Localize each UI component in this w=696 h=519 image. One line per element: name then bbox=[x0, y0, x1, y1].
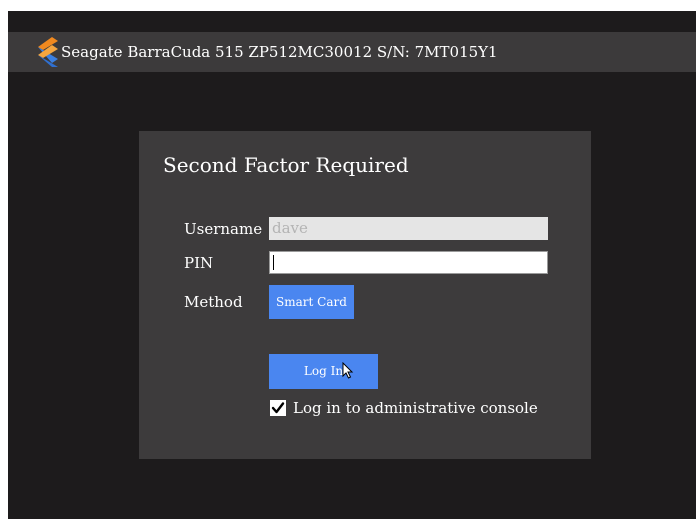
top-bar: Seagate BarraCuda 515 ZP512MC30012 S/N: … bbox=[8, 32, 696, 72]
device-title: Seagate BarraCuda 515 ZP512MC30012 S/N: … bbox=[61, 43, 498, 61]
username-field[interactable]: dave bbox=[269, 217, 548, 240]
admin-console-label[interactable]: Log in to administrative console bbox=[293, 399, 538, 417]
second-factor-panel: Second Factor Required Username dave PIN… bbox=[139, 131, 591, 459]
pin-field[interactable] bbox=[269, 251, 548, 274]
mouse-pointer-icon bbox=[342, 362, 354, 379]
checkmark-icon bbox=[271, 402, 285, 414]
text-caret bbox=[273, 255, 274, 270]
method-smart-card-button[interactable]: Smart Card bbox=[269, 285, 354, 319]
login-screen: Seagate BarraCuda 515 ZP512MC30012 S/N: … bbox=[8, 11, 696, 519]
panel-title: Second Factor Required bbox=[163, 153, 409, 177]
username-label: Username bbox=[184, 220, 263, 238]
chevron-stack-logo-icon bbox=[38, 37, 58, 67]
pin-label: PIN bbox=[184, 254, 214, 272]
admin-console-checkbox[interactable] bbox=[270, 400, 286, 416]
login-button[interactable]: Log In bbox=[269, 354, 378, 389]
method-label: Method bbox=[184, 293, 243, 311]
